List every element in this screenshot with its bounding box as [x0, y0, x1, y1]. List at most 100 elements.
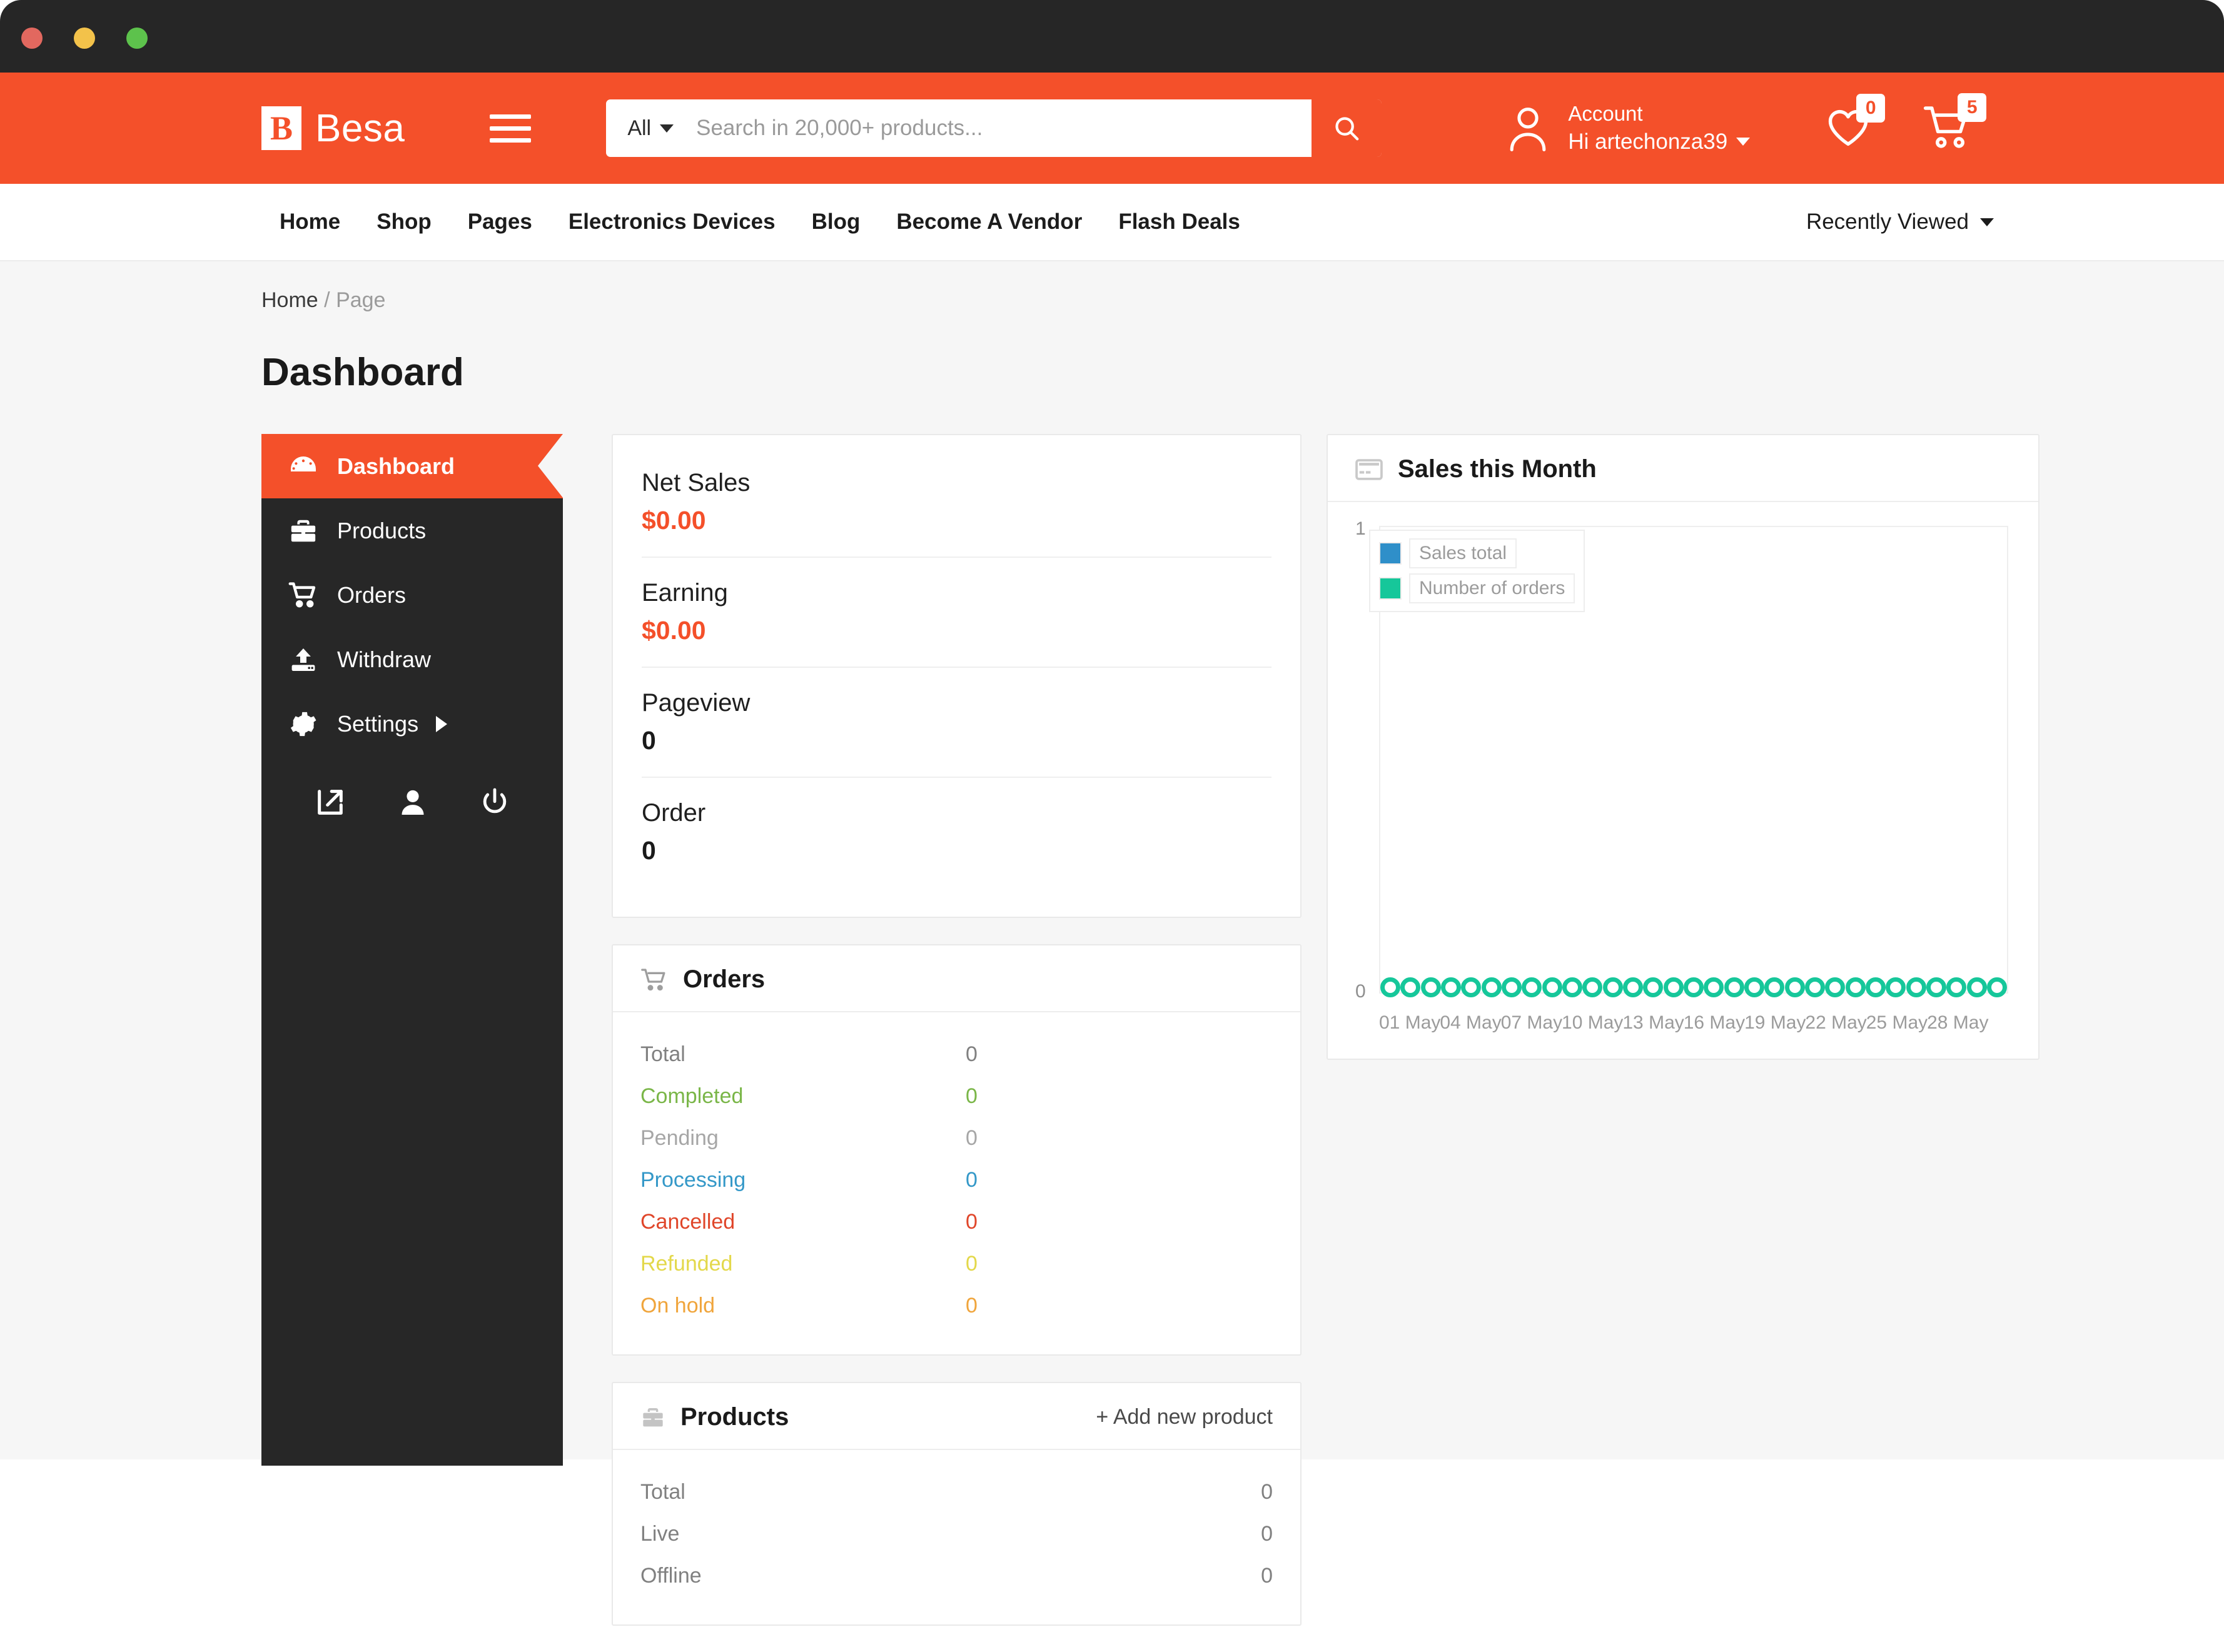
breadcrumb-home[interactable]: Home	[261, 288, 318, 312]
minimize-window-button[interactable]	[74, 28, 95, 49]
hamburger-icon[interactable]	[490, 114, 531, 143]
briefcase-icon	[640, 1405, 665, 1430]
nav-item-shop[interactable]: Shop	[358, 209, 449, 234]
briefcase-icon	[285, 516, 321, 545]
products-row-label: Offline	[640, 1564, 1261, 1588]
x-axis-tick: 28 May	[1927, 1012, 1988, 1034]
orders-row-value: 0	[966, 1168, 978, 1192]
dashboard-layout: Dashboard Products	[261, 434, 2224, 1652]
chart-marker	[1764, 977, 1784, 997]
chart-marker	[1542, 977, 1562, 997]
nav-item-vendor[interactable]: Become A Vendor	[878, 209, 1100, 234]
sidebar-item-products[interactable]: Products	[261, 498, 563, 563]
legend-item-sales-total[interactable]: Sales total	[1379, 538, 1575, 568]
chart-data-markers	[1380, 974, 2007, 1001]
chart-marker	[1502, 977, 1522, 997]
cart-count-badge: 5	[1958, 93, 1986, 122]
main-column: Net Sales $0.00 Earning $0.00 Pageview 0…	[612, 434, 1302, 1652]
close-window-button[interactable]	[21, 28, 43, 49]
nav-item-blog[interactable]: Blog	[794, 209, 879, 234]
search-icon	[1332, 114, 1361, 143]
gear-icon	[285, 710, 321, 738]
sales-chart-header: Sales this Month	[1328, 435, 2038, 502]
x-axis-tick: 04 May	[1440, 1012, 1500, 1034]
legend-item-number-of-orders[interactable]: Number of orders	[1379, 573, 1575, 603]
stat-net-sales: Net Sales $0.00	[642, 469, 1271, 557]
stat-label: Order	[642, 799, 1271, 827]
sales-chart-card: Sales this Month 1 0 Sales total	[1327, 434, 2040, 1060]
chart-marker	[1582, 977, 1602, 997]
nav-item-home[interactable]: Home	[261, 209, 358, 234]
power-icon[interactable]	[479, 787, 510, 821]
products-stats-list: Total 0 Live 0 Offline 0	[613, 1450, 1300, 1624]
chart-marker	[1946, 977, 1966, 997]
chevron-down-icon	[1980, 218, 1994, 226]
sidebar-tools	[261, 756, 563, 822]
chart-marker	[1643, 977, 1663, 997]
account-title: Account	[1568, 100, 1750, 128]
search-category-dropdown[interactable]: All	[606, 116, 687, 141]
products-row-live: Live 0	[640, 1513, 1273, 1555]
products-card-title: Products	[680, 1403, 789, 1431]
sidebar-item-label: Withdraw	[337, 647, 431, 673]
chart-marker	[1664, 977, 1684, 997]
wishlist-button[interactable]: 0	[1825, 105, 1871, 152]
products-row-value: 0	[1261, 1564, 1273, 1588]
stat-value: 0	[642, 836, 1271, 865]
cart-button[interactable]: 5	[1923, 104, 1973, 153]
orders-row-label: Total	[640, 1042, 966, 1067]
products-row-label: Total	[640, 1480, 1261, 1504]
sidebar-item-dashboard[interactable]: Dashboard	[261, 434, 563, 498]
chart-marker	[1380, 977, 1400, 997]
sidebar-item-settings[interactable]: Settings	[261, 692, 563, 756]
chart-legend: Sales total Number of orders	[1369, 530, 1585, 612]
orders-row-label: Completed	[640, 1084, 966, 1109]
x-axis-tick: 13 May	[1622, 1012, 1683, 1034]
stat-pageview: Pageview 0	[642, 667, 1271, 777]
sidebar-item-withdraw[interactable]: Withdraw	[261, 627, 563, 692]
orders-row-value: 0	[966, 1252, 978, 1276]
maximize-window-button[interactable]	[126, 28, 148, 49]
chart-marker	[1704, 977, 1724, 997]
breadcrumb: Home / Page	[261, 288, 2224, 313]
external-link-icon[interactable]	[314, 786, 346, 822]
x-axis-tick: 25 May	[1866, 1012, 1927, 1034]
orders-row-value: 0	[966, 1126, 978, 1151]
products-row-value: 0	[1261, 1480, 1273, 1504]
orders-row-value: 0	[966, 1210, 978, 1234]
recently-viewed-dropdown[interactable]: Recently Viewed	[1806, 209, 1994, 234]
chart-marker	[1744, 977, 1764, 997]
add-new-product-link[interactable]: + Add new product	[1096, 1405, 1273, 1429]
chart-marker	[1461, 977, 1481, 997]
sidebar-item-label: Products	[337, 518, 426, 544]
nav-item-electronics[interactable]: Electronics Devices	[550, 209, 794, 234]
wishlist-count-badge: 0	[1856, 94, 1885, 123]
search-input[interactable]	[687, 99, 1312, 157]
sidebar-item-label: Orders	[337, 582, 406, 608]
chart-marker	[1805, 977, 1825, 997]
orders-row-pending: Pending 0	[640, 1117, 1273, 1159]
account-username: Hi artechonza39	[1568, 128, 1727, 156]
orders-row-value: 0	[966, 1294, 978, 1318]
page-title: Dashboard	[261, 350, 2224, 395]
page-body: Home / Page Dashboard Dashboard	[0, 261, 2224, 1459]
products-row-label: Live	[640, 1522, 1261, 1546]
legend-label: Number of orders	[1409, 573, 1575, 603]
site-header: B Besa All Account Hi artechonza39	[0, 73, 2224, 184]
brand-logo[interactable]: B Besa	[261, 106, 405, 151]
nav-item-pages[interactable]: Pages	[450, 209, 550, 234]
chevron-down-icon	[1736, 138, 1750, 146]
chart-marker	[1724, 977, 1744, 997]
search-submit-button[interactable]	[1312, 99, 1382, 157]
user-icon[interactable]	[397, 787, 428, 821]
stat-label: Pageview	[642, 689, 1271, 717]
nav-item-flash-deals[interactable]: Flash Deals	[1100, 209, 1258, 234]
chart-marker	[1623, 977, 1643, 997]
account-menu[interactable]: Account Hi artechonza39	[1505, 100, 1750, 156]
search-category-label: All	[627, 116, 651, 141]
breadcrumb-current: Page	[336, 288, 385, 312]
sidebar-item-orders[interactable]: Orders	[261, 563, 563, 627]
stat-value: $0.00	[642, 616, 1271, 645]
x-axis-tick: 01 May	[1379, 1012, 1440, 1034]
orders-row-label: Processing	[640, 1168, 966, 1192]
